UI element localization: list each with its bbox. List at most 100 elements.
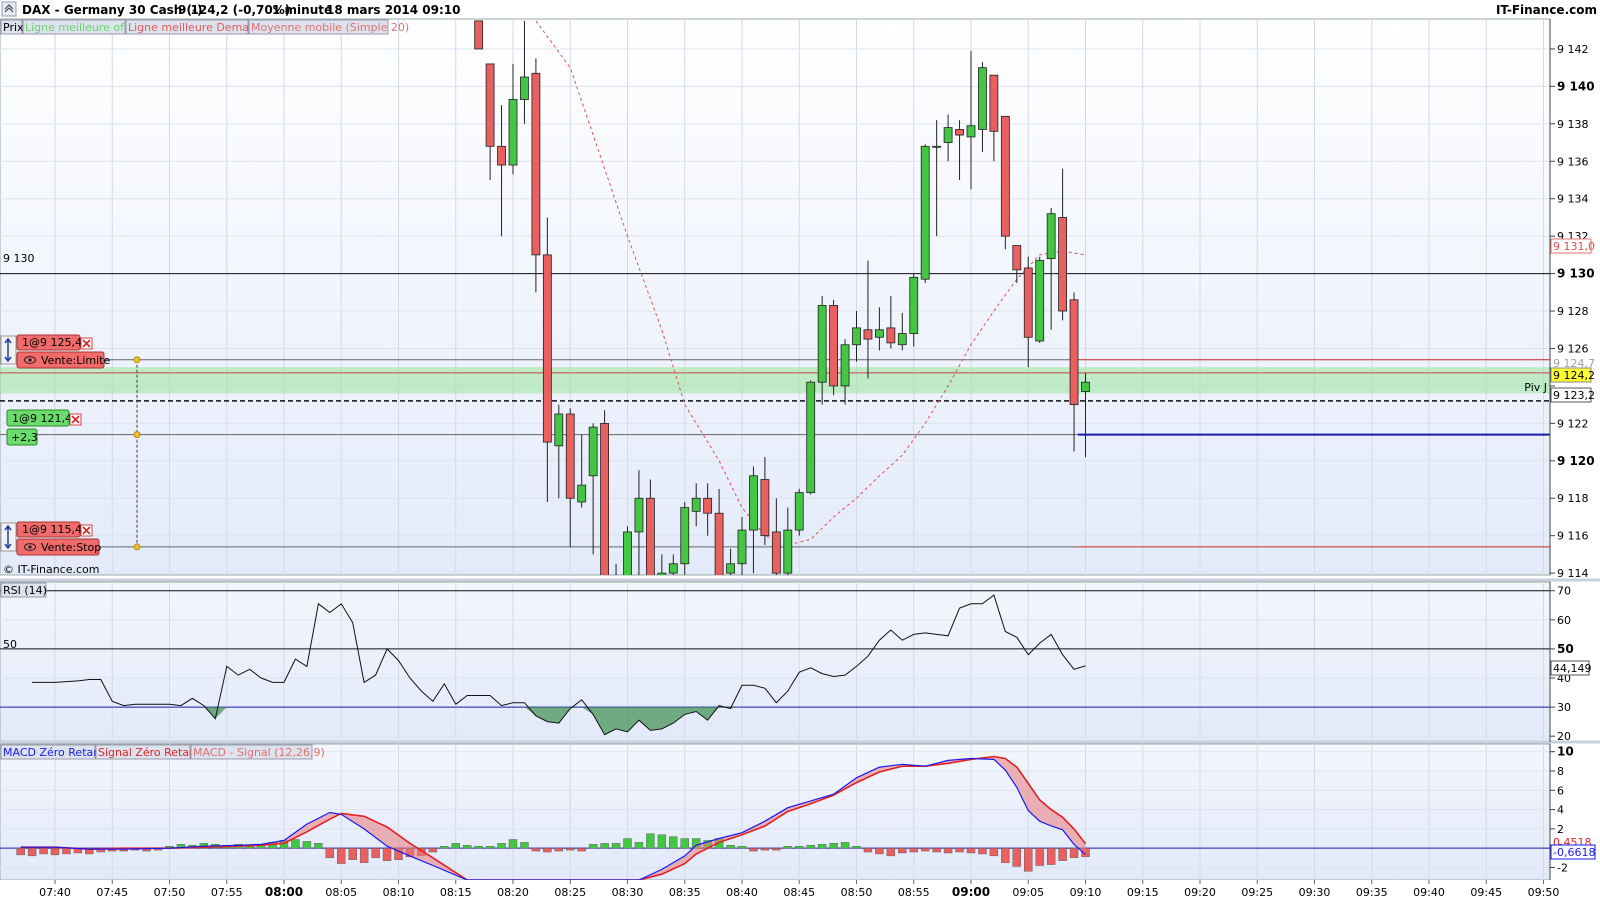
macd-hist-bar-neg bbox=[577, 847, 586, 852]
candle-bear bbox=[1058, 217, 1067, 312]
candle-bull bbox=[657, 572, 667, 575]
macd-hist-bar-pos bbox=[623, 838, 632, 849]
macd-hist-bar-pos bbox=[463, 845, 472, 849]
offer-demand-zone bbox=[0, 367, 1550, 394]
candle-bear bbox=[1069, 299, 1079, 406]
macd-hist-bar-pos bbox=[795, 846, 804, 849]
trading-chart[interactable]: DAX - Germany 30 Cash (-) 9 124,2 (-0,70… bbox=[0, 0, 1600, 900]
rsi-last-text: 44,149 bbox=[1553, 662, 1592, 675]
macd-hist-bar-pos bbox=[657, 834, 667, 849]
interval[interactable]: 1 minute bbox=[272, 3, 332, 17]
candle-bear bbox=[863, 329, 873, 340]
candle-bear bbox=[955, 129, 964, 136]
macd-hist-bar-neg bbox=[772, 847, 781, 851]
macd-hist-bar-neg bbox=[1046, 847, 1056, 865]
macd-hist-bar-neg bbox=[371, 847, 380, 859]
macd-hist-bar-neg bbox=[760, 847, 770, 851]
macd-hist-bar-neg bbox=[50, 847, 60, 856]
sell-limit-type: Vente:Limite bbox=[41, 354, 110, 367]
sell-limit-qty: 1@9 125,4 bbox=[22, 336, 82, 349]
rsi-panel[interactable] bbox=[0, 581, 1551, 743]
time-tick-label: 09:35 bbox=[1356, 886, 1388, 899]
macd-hist-bar-neg bbox=[554, 847, 563, 852]
rsi-title: RSI (14) bbox=[3, 584, 47, 597]
copyright: © IT-Finance.com bbox=[3, 563, 100, 576]
legend-moving-average[interactable]: Moyenne mobile (Simple 20) bbox=[251, 21, 409, 34]
macd-hist-bar-neg bbox=[27, 847, 37, 857]
candle-bull bbox=[978, 67, 987, 130]
candle-bear bbox=[886, 327, 896, 344]
price-panel[interactable] bbox=[0, 18, 1551, 576]
time-tick-label: 07:45 bbox=[96, 886, 128, 899]
macd-hist-bar-neg bbox=[1069, 847, 1079, 859]
macd-hist-bar-neg bbox=[909, 847, 918, 853]
macd-hist-bar-pos bbox=[302, 841, 312, 849]
candle-bear bbox=[542, 254, 552, 443]
candle-bear bbox=[600, 422, 609, 575]
candle-bull bbox=[943, 127, 953, 143]
macd-hist-bar-neg bbox=[1024, 847, 1033, 872]
rsi-tick-label: 50 bbox=[1557, 642, 1574, 656]
macd-hist-bar-neg bbox=[325, 847, 334, 859]
time-tick-label: 08:45 bbox=[783, 886, 815, 899]
candle-bull bbox=[726, 563, 735, 574]
macd-hist-bar-neg bbox=[39, 847, 48, 855]
candle-bear bbox=[646, 497, 655, 575]
macd-hist-bar-neg bbox=[978, 847, 987, 855]
candle-bull bbox=[817, 305, 827, 383]
level-label-9130: 9 130 bbox=[3, 252, 35, 265]
candle-bull bbox=[691, 497, 701, 512]
macd-hist-bar-neg bbox=[543, 847, 552, 853]
order-anchor-dot bbox=[133, 431, 141, 439]
macd-legend: MACD Zéro Retard Signal Zéro Retard MACD… bbox=[0, 744, 325, 760]
candle-bear bbox=[497, 145, 506, 166]
macd-tick-label: 6 bbox=[1557, 784, 1564, 797]
macd-hist-bar-pos bbox=[669, 836, 678, 849]
legend-best-offer[interactable]: Ligne meilleure offre bbox=[25, 21, 139, 34]
time-tick-label: 09:15 bbox=[1127, 886, 1159, 899]
legend-histogram[interactable]: MACD - Signal (12,26,9) bbox=[193, 746, 325, 759]
legend-signal[interactable]: Signal Zéro Retard bbox=[98, 746, 200, 759]
macd-panel[interactable] bbox=[0, 743, 1551, 881]
brand: IT-Finance.com bbox=[1496, 3, 1597, 17]
macd-hist-bar-neg bbox=[898, 847, 907, 854]
macd-hist-bar-pos bbox=[829, 843, 838, 849]
time-tick-label: 08:05 bbox=[325, 886, 357, 899]
macd-tick-label: 4 bbox=[1557, 804, 1564, 817]
macd-hist-bar-pos bbox=[840, 842, 850, 849]
candle-bull bbox=[737, 529, 747, 565]
macd-hist-bar-pos bbox=[485, 846, 495, 849]
pivot-short-label: Piv J bbox=[1524, 381, 1547, 394]
datetime: 18 mars 2014 09:10 bbox=[326, 3, 461, 17]
time-tick-label: 08:30 bbox=[612, 886, 644, 899]
macd-hist-bar-pos bbox=[314, 843, 323, 849]
macd-hist-bar-pos bbox=[440, 846, 449, 849]
macd-hist-bar-pos bbox=[852, 846, 861, 849]
sell-stop-qty: 1@9 115,4 bbox=[22, 523, 82, 536]
candle-bull bbox=[1046, 213, 1056, 260]
price-tick-label: 9 122 bbox=[1557, 417, 1589, 430]
price-tick-label: 9 136 bbox=[1557, 155, 1589, 168]
legend-prix[interactable]: Prix bbox=[3, 21, 24, 34]
time-tick-label: 09:05 bbox=[1012, 886, 1044, 899]
macd-tick-label: -2 bbox=[1557, 861, 1568, 874]
time-tick-label: 08:35 bbox=[669, 886, 701, 899]
legend-macd[interactable]: MACD Zéro Retard bbox=[3, 746, 105, 759]
candle-bear bbox=[1012, 245, 1022, 271]
macd-hist-bar-pos bbox=[588, 844, 598, 849]
macd-hist-bar-neg bbox=[1035, 847, 1044, 866]
sell-stop-order[interactable]: 1@9 115,4 Vente:Stop bbox=[0, 521, 101, 556]
instrument-menu-icon[interactable] bbox=[1, 1, 17, 17]
candle-bull bbox=[840, 344, 850, 387]
macd-hist-bar-pos bbox=[291, 839, 300, 849]
candle-bull bbox=[508, 99, 518, 166]
candle-bear bbox=[771, 531, 781, 574]
macd-hist-bar-neg bbox=[943, 847, 953, 854]
position-pl: +2,3 bbox=[11, 431, 38, 444]
candle-bull bbox=[966, 125, 976, 138]
macd-hist-bar-pos bbox=[508, 839, 518, 849]
price-tick-label: 9 128 bbox=[1557, 305, 1589, 318]
candle-bull bbox=[897, 333, 907, 346]
candle-bull bbox=[554, 413, 564, 447]
candle-bear bbox=[829, 305, 838, 387]
